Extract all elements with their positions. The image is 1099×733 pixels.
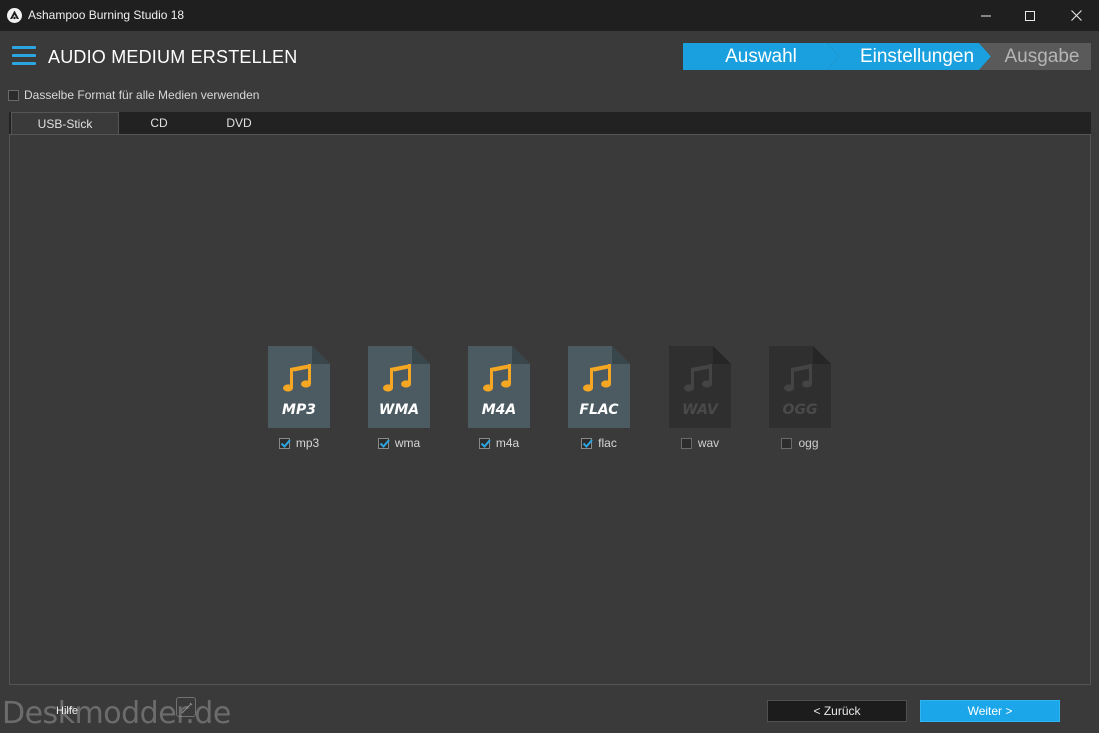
same-format-label: Dasselbe Format für alle Medien verwende… bbox=[24, 88, 260, 102]
audio-file-icon[interactable]: FLAC bbox=[568, 346, 630, 428]
format-label: ogg bbox=[798, 436, 819, 450]
close-icon bbox=[1070, 10, 1082, 21]
format-checkbox[interactable] bbox=[781, 437, 793, 449]
tab-usb-stick[interactable]: USB-Stick bbox=[11, 112, 119, 134]
format-icon-label: M4A bbox=[482, 402, 517, 418]
same-format-checkbox[interactable] bbox=[8, 89, 19, 101]
media-tabs: USB-Stick CD DVD bbox=[9, 112, 1091, 134]
format-label: mp3 bbox=[295, 436, 320, 450]
format-option[interactable]: wav bbox=[660, 436, 740, 450]
help-button[interactable]: Hilfe bbox=[56, 705, 78, 717]
format-option[interactable]: ogg bbox=[760, 436, 840, 450]
check-icon bbox=[280, 438, 291, 448]
format-option[interactable]: m4a bbox=[459, 436, 539, 450]
check-icon bbox=[379, 438, 390, 448]
window-title: Ashampoo Burning Studio 18 bbox=[28, 8, 185, 22]
wizard-steps: Auswahl Einstellungen Ausgabe bbox=[683, 43, 1091, 70]
tab-dvd[interactable]: DVD bbox=[199, 112, 279, 134]
minimize-button[interactable] bbox=[963, 0, 1009, 31]
footer: Deskmodder.de Hilfe < Zurück Weiter > bbox=[0, 686, 1099, 733]
audio-file-icon[interactable]: MP3 bbox=[268, 346, 330, 428]
audio-file-icon[interactable]: WMA bbox=[368, 346, 430, 428]
check-icon bbox=[582, 438, 593, 448]
maximize-icon bbox=[1025, 10, 1035, 21]
format-icon-label: WMA bbox=[379, 402, 419, 418]
format-checkbox[interactable] bbox=[377, 437, 390, 449]
format-checkbox[interactable] bbox=[680, 437, 692, 449]
minimize-icon bbox=[981, 15, 991, 16]
check-icon bbox=[480, 438, 491, 448]
format-checkbox[interactable] bbox=[478, 437, 491, 449]
step-settings: Einstellungen bbox=[827, 43, 991, 70]
title-bar: Ashampoo Burning Studio 18 bbox=[0, 0, 1099, 31]
format-label: wav bbox=[697, 436, 720, 450]
format-icon-label: OGG bbox=[783, 402, 818, 418]
step-output: Ausgabe bbox=[979, 43, 1091, 70]
format-option[interactable]: flac bbox=[559, 436, 639, 450]
format-panel bbox=[9, 134, 1091, 685]
format-wma[interactable]: WMA wma bbox=[359, 346, 439, 456]
format-option[interactable]: wma bbox=[359, 436, 439, 450]
format-option[interactable]: mp3 bbox=[259, 436, 339, 450]
step-label: Ausgabe bbox=[1004, 45, 1080, 67]
tab-cd[interactable]: CD bbox=[119, 112, 199, 134]
format-mp3[interactable]: MP3 mp3 bbox=[259, 346, 339, 456]
format-label: m4a bbox=[495, 436, 520, 450]
same-format-option[interactable]: Dasselbe Format für alle Medien verwende… bbox=[8, 88, 259, 102]
app-logo-icon bbox=[7, 8, 22, 23]
step-label: Auswahl bbox=[725, 45, 797, 67]
close-button[interactable] bbox=[1053, 0, 1099, 31]
format-checkbox[interactable] bbox=[278, 437, 291, 449]
format-m4a[interactable]: M4A m4a bbox=[459, 346, 539, 456]
format-label: flac bbox=[598, 436, 617, 450]
format-wav[interactable]: WAV wav bbox=[660, 346, 740, 456]
audio-file-icon[interactable]: OGG bbox=[769, 346, 831, 428]
audio-file-icon[interactable]: WAV bbox=[669, 346, 731, 428]
step-selection: Auswahl bbox=[683, 43, 839, 70]
watermark-pen-icon bbox=[176, 697, 196, 717]
audio-file-icon[interactable]: M4A bbox=[468, 346, 530, 428]
step-label: Einstellungen bbox=[859, 45, 975, 67]
app-window: Ashampoo Burning Studio 18 AUDIO MEDIUM … bbox=[0, 0, 1099, 733]
back-button[interactable]: < Zurück bbox=[767, 700, 907, 722]
format-icon-label: MP3 bbox=[282, 402, 316, 418]
page-title: AUDIO MEDIUM ERSTELLEN bbox=[48, 47, 298, 67]
menu-icon[interactable] bbox=[12, 46, 36, 66]
format-ogg[interactable]: OGG ogg bbox=[760, 346, 840, 456]
format-checkbox[interactable] bbox=[581, 437, 593, 449]
format-label: wma bbox=[394, 436, 421, 450]
format-icon-label: FLAC bbox=[579, 402, 619, 418]
maximize-button[interactable] bbox=[1007, 0, 1053, 31]
next-button[interactable]: Weiter > bbox=[920, 700, 1060, 722]
format-icon-label: WAV bbox=[682, 402, 719, 418]
format-flac[interactable]: FLAC flac bbox=[559, 346, 639, 456]
